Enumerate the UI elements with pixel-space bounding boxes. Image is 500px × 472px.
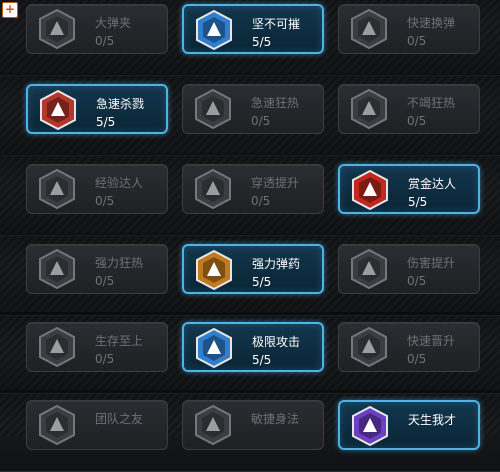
perk-name: 敏捷身法 (251, 412, 300, 426)
rage-face-icon (195, 89, 231, 129)
perk-name: 坚不可摧 (252, 17, 301, 31)
add-icon[interactable]: + (2, 2, 18, 18)
xp-plus-icon (39, 169, 75, 209)
magazine-icon (39, 9, 75, 49)
perk-progress: 5/5 (252, 275, 272, 289)
perk-card[interactable]: 经验达人 0/5 (26, 164, 168, 214)
perk-name: 强力弹药 (252, 257, 301, 271)
perk-progress: 0/5 (407, 352, 427, 366)
bolt-icon (39, 249, 75, 289)
perk-progress: 0/5 (95, 352, 115, 366)
perk-progress: 0/5 (95, 194, 115, 208)
perk-card[interactable]: 快速晋升 0/5 (338, 322, 480, 372)
perk-name: 快速晋升 (407, 334, 456, 348)
ammo-icon (196, 250, 232, 290)
perk-name: 急速狂热 (251, 96, 300, 110)
perk-card[interactable]: 大弹夹 0/5 (26, 4, 168, 54)
perk-name: 生存至上 (95, 334, 144, 348)
medic-cross-icon (39, 327, 75, 367)
perk-card[interactable]: 坚不可摧 5/5 (182, 4, 324, 54)
perk-name: 穿透提升 (251, 176, 300, 190)
perk-card[interactable]: 天生我才 (338, 400, 480, 450)
perk-progress: 5/5 (96, 115, 116, 129)
perk-name: 不竭狂热 (407, 96, 456, 110)
perk-card[interactable]: 强力狂热 0/5 (26, 244, 168, 294)
perk-name: 赏金达人 (408, 177, 457, 191)
perk-card[interactable]: 快速换弹 0/5 (338, 4, 480, 54)
shield-burst-icon (196, 10, 232, 50)
perk-name: 强力狂热 (95, 256, 144, 270)
skull-icon (351, 89, 387, 129)
perk-progress: 5/5 (252, 35, 272, 49)
rifle-icon (351, 249, 387, 289)
perk-progress: 0/5 (407, 34, 427, 48)
perk-name: 经验达人 (95, 176, 144, 190)
hand-icon (351, 9, 387, 49)
pierce-icon (195, 169, 231, 209)
perk-progress: 0/5 (407, 274, 427, 288)
perk-progress: 0/5 (251, 114, 271, 128)
perk-name: 团队之友 (95, 412, 144, 426)
perk-progress: 5/5 (408, 195, 428, 209)
perk-card[interactable]: 穿透提升 0/5 (182, 164, 324, 214)
perk-card[interactable]: 敏捷身法 (182, 400, 324, 450)
perk-card[interactable]: 强力弹药 5/5 (182, 244, 324, 294)
perk-progress: 0/5 (95, 34, 115, 48)
team-icon (39, 405, 75, 445)
perk-name: 大弹夹 (95, 16, 132, 30)
perk-progress: 0/5 (95, 274, 115, 288)
perk-name: 天生我才 (408, 413, 457, 427)
perk-card[interactable]: 急速狂热 0/5 (182, 84, 324, 134)
perk-name: 极限攻击 (252, 335, 301, 349)
perk-name: 快速换弹 (407, 16, 456, 30)
perk-progress: 0/5 (251, 194, 271, 208)
perk-card[interactable]: 赏金达人 5/5 (338, 164, 480, 214)
perk-card[interactable]: 极限攻击 5/5 (182, 322, 324, 372)
perk-card[interactable]: 生存至上 0/5 (26, 322, 168, 372)
dollar-badge-icon (352, 170, 388, 210)
gun-icon (196, 328, 232, 368)
perk-card[interactable]: 伤害提升 0/5 (338, 244, 480, 294)
agility-icon (195, 405, 231, 445)
perk-name: 伤害提升 (407, 256, 456, 270)
perk-card[interactable]: 团队之友 (26, 400, 168, 450)
perk-progress: 5/5 (252, 353, 272, 367)
perk-card[interactable]: 不竭狂热 0/5 (338, 84, 480, 134)
perk-card[interactable]: 急速杀戮 5/5 (26, 84, 168, 134)
eye-icon (352, 406, 388, 446)
perk-progress: 0/5 (407, 114, 427, 128)
rank-star-icon (351, 327, 387, 367)
claw-icon (40, 90, 76, 130)
perk-name: 急速杀戮 (96, 97, 145, 111)
